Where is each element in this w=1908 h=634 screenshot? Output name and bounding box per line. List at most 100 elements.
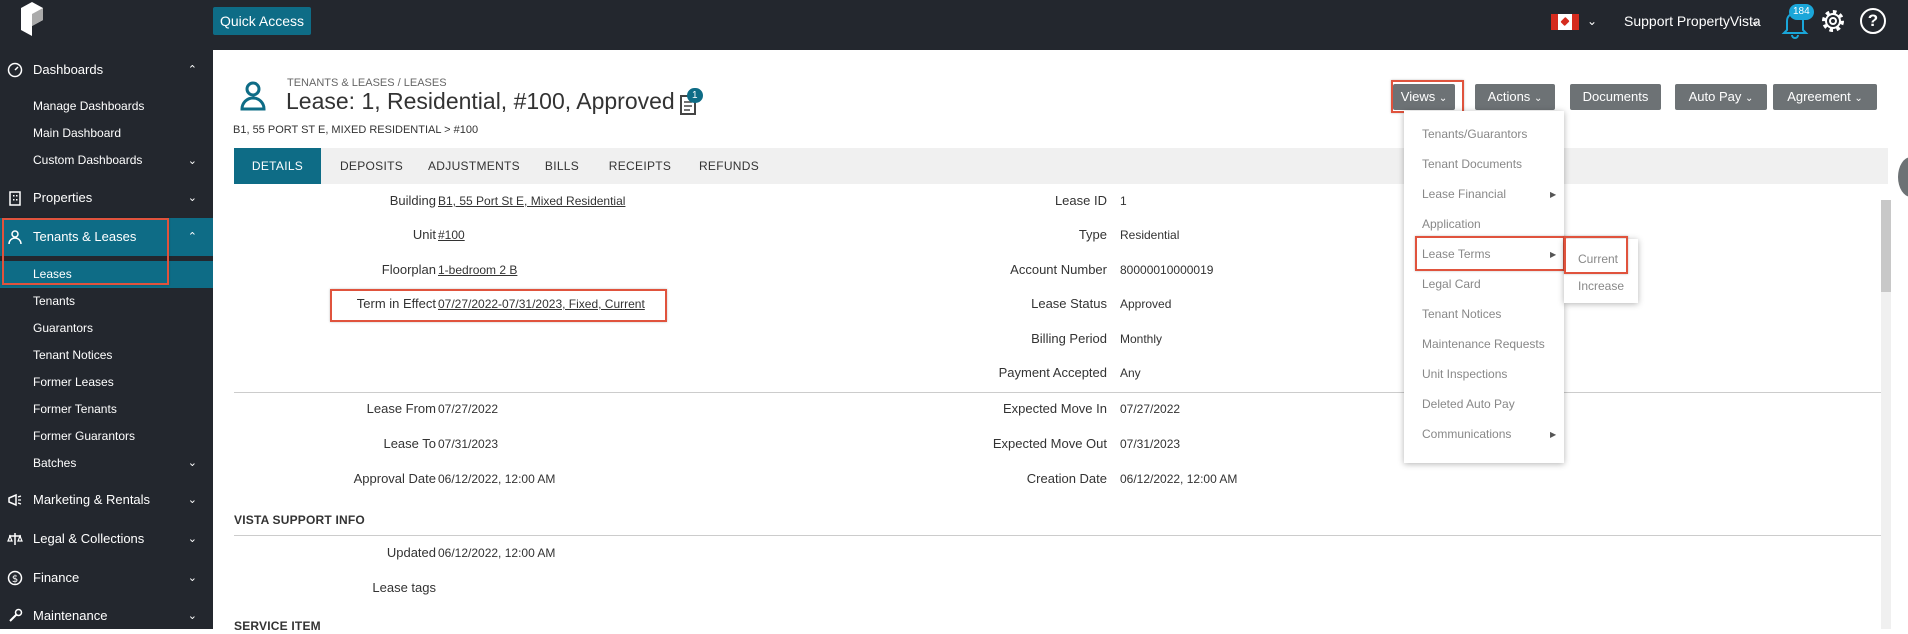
creation-date-label: Creation Date: [1026, 471, 1107, 486]
actions-label: Actions: [1487, 89, 1531, 104]
sidebar-item-main-dashboard[interactable]: Main Dashboard: [33, 123, 121, 143]
menu-item-tenants-guarantors[interactable]: Tenants/Guarantors: [1422, 127, 1527, 141]
account-number-label: Account Number: [1010, 262, 1107, 277]
sidebar-item-batches[interactable]: Batches: [33, 453, 76, 473]
chevron-down-icon[interactable]: ⌄: [1750, 14, 1760, 28]
lease-status-label: Lease Status: [1031, 296, 1107, 311]
menu-item-tenant-notices[interactable]: Tenant Notices: [1422, 307, 1501, 321]
chevron-up-icon: ⌃: [187, 231, 197, 243]
scrollbar-thumb[interactable]: [1881, 200, 1891, 292]
menu-item-tenant-documents[interactable]: Tenant Documents: [1422, 157, 1522, 171]
sidebar-section-label: Legal & Collections: [33, 531, 145, 546]
chevron-down-icon: ⌄: [187, 155, 197, 167]
scales-icon: [7, 533, 23, 545]
tab-receipts[interactable]: RECEIPTS: [599, 148, 681, 184]
chevron-down-icon: ⌄: [1533, 93, 1543, 104]
menu-item-legal-card[interactable]: Legal Card: [1422, 277, 1481, 291]
sidebar-item-custom-dashboards[interactable]: Custom Dashboards: [33, 150, 142, 170]
expected-move-out-value: 07/31/2023: [1120, 437, 1181, 451]
quick-access-button[interactable]: Quick Access: [213, 7, 311, 35]
sidebar-item-tenant-notices[interactable]: Tenant Notices: [33, 345, 112, 365]
chevron-down-icon[interactable]: ⌄: [1587, 14, 1597, 28]
sidebar-section-properties[interactable]: Properties ⌄: [0, 180, 213, 216]
menu-item-application[interactable]: Application: [1422, 217, 1481, 231]
auto-pay-button[interactable]: Auto Pay ⌄: [1675, 84, 1767, 110]
building-icon: [9, 191, 21, 206]
lease-location-subtitle: B1, 55 PORT ST E, MIXED RESIDENTIAL > #1…: [233, 124, 479, 136]
billing-period-value: Monthly: [1120, 332, 1163, 346]
lease-status-value: Approved: [1120, 297, 1172, 311]
sidebar-section-label: Finance: [33, 570, 80, 585]
svg-text:$: $: [12, 574, 18, 585]
menu-item-maintenance-requests[interactable]: Maintenance Requests: [1422, 337, 1545, 351]
sidebar-item-manage-dashboards[interactable]: Manage Dashboards: [33, 96, 144, 116]
chevron-up-icon: ⌃: [187, 64, 197, 76]
tab-adjustments[interactable]: ADJUSTMENTS: [420, 148, 528, 184]
tab-bills[interactable]: BILLS: [533, 148, 591, 184]
sidebar-section-marketing[interactable]: Marketing & Rentals ⌄: [0, 482, 213, 518]
tab-refunds[interactable]: REFUNDS: [687, 148, 771, 184]
highlight-box: [330, 289, 667, 322]
approval-date-value: 06/12/2022, 12:00 AM: [438, 472, 556, 486]
app-logo[interactable]: [18, 0, 46, 38]
unit-link[interactable]: #100: [438, 228, 465, 242]
account-number-value: 80000010000019: [1120, 263, 1214, 277]
approval-date-label: Approval Date: [353, 471, 436, 486]
highlight-box: [1564, 236, 1628, 274]
tab-details[interactable]: DETAILS: [234, 148, 321, 184]
sidebar-item-former-guarantors[interactable]: Former Guarantors: [33, 426, 135, 446]
tab-deposits[interactable]: DEPOSITS: [329, 148, 414, 184]
menu-item-communications[interactable]: Communications: [1422, 427, 1511, 441]
unit-label: Unit: [412, 227, 436, 242]
dollar-icon: $: [7, 570, 23, 586]
sidebar: Dashboards ⌃ Manage Dashboards Main Dash…: [0, 50, 213, 629]
caret-right-icon: ▶: [1550, 430, 1557, 439]
agreement-label: Agreement: [1787, 89, 1851, 104]
sidebar-section-label: Dashboards: [33, 62, 104, 77]
gear-icon[interactable]: [1819, 7, 1847, 35]
sidebar-item-guarantors[interactable]: Guarantors: [33, 318, 93, 338]
expected-move-in-label: Expected Move In: [1002, 401, 1107, 416]
menu-item-lease-financial[interactable]: Lease Financial: [1422, 187, 1506, 201]
vista-support-heading: VISTA SUPPORT INFO: [234, 513, 365, 527]
divider: [234, 392, 1888, 393]
updated-label: Updated: [386, 545, 436, 560]
chevron-down-icon: ⌄: [187, 533, 197, 545]
actions-button[interactable]: Actions ⌄: [1475, 84, 1555, 110]
top-bar: Quick Access ⌄ Support PropertyVista ⌄ 1…: [0, 0, 1908, 50]
tab-bar: DETAILS DEPOSITS ADJUSTMENTS BILLS RECEI…: [234, 148, 1888, 184]
lease-id-label: Lease ID: [1054, 193, 1107, 208]
sidebar-item-tenants[interactable]: Tenants: [33, 291, 75, 311]
sidebar-section-dashboards[interactable]: Dashboards ⌃: [0, 52, 213, 88]
building-link[interactable]: B1, 55 Port St E, Mixed Residential: [438, 194, 625, 208]
floorplan-link[interactable]: 1-bedroom 2 B: [438, 263, 517, 277]
user-icon: [240, 81, 266, 111]
documents-button[interactable]: Documents: [1570, 84, 1661, 110]
sidebar-section-legal[interactable]: Legal & Collections ⌄: [0, 521, 213, 557]
chevron-down-icon: ⌄: [1854, 93, 1863, 104]
chevron-down-icon: ⌄: [187, 572, 197, 584]
building-label: Building: [389, 193, 436, 208]
sidebar-section-finance[interactable]: $ Finance ⌄: [0, 560, 213, 596]
sidebar-section-label: Properties: [33, 190, 93, 205]
service-item-heading: SERVICE ITEM: [234, 619, 321, 633]
user-menu[interactable]: Support PropertyVista: [1624, 13, 1761, 29]
wrench-icon: [9, 608, 23, 622]
divider: [234, 535, 1888, 536]
creation-date-value: 06/12/2022, 12:00 AM: [1120, 472, 1238, 486]
billing-period-label: Billing Period: [1031, 331, 1107, 346]
help-icon[interactable]: ?: [1860, 8, 1886, 34]
submenu-item-increase[interactable]: Increase: [1578, 279, 1624, 293]
type-value: Residential: [1120, 228, 1180, 242]
chevron-down-icon: ⌄: [187, 192, 197, 204]
menu-item-unit-inspections[interactable]: Unit Inspections: [1422, 367, 1507, 381]
payment-accepted-value: Any: [1120, 366, 1141, 380]
menu-item-deleted-auto-pay[interactable]: Deleted Auto Pay: [1422, 397, 1515, 411]
sidebar-item-former-leases[interactable]: Former Leases: [33, 372, 114, 392]
agreement-button[interactable]: Agreement ⌄: [1773, 84, 1877, 110]
highlight-box: [2, 218, 169, 285]
sidebar-section-label: Marketing & Rentals: [33, 492, 151, 507]
canada-flag-icon[interactable]: [1551, 14, 1579, 30]
sidebar-item-former-tenants[interactable]: Former Tenants: [33, 399, 117, 419]
main-content: TENANTS & LEASES / LEASES Lease: 1, Resi…: [213, 50, 1908, 633]
